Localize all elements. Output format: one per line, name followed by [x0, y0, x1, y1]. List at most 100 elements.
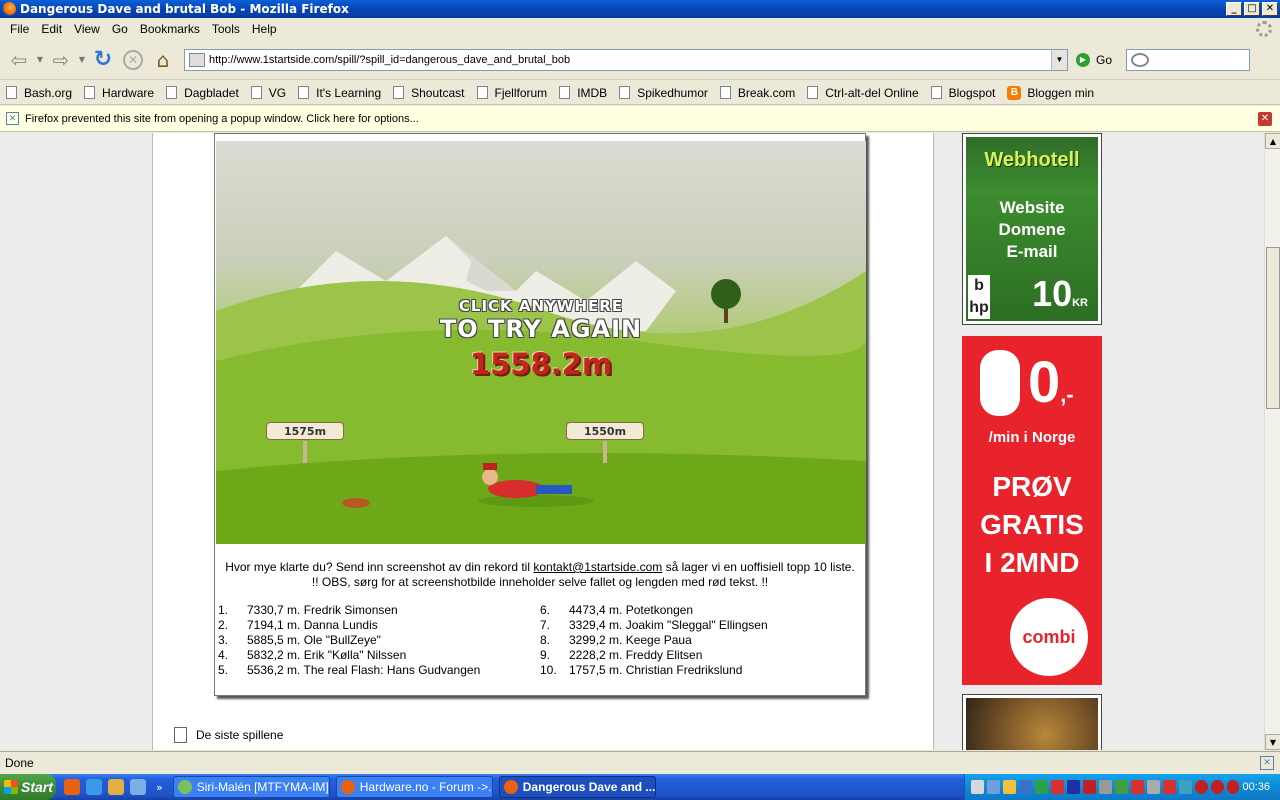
tray-app-icon[interactable]: [1082, 780, 1096, 794]
taskbar-item-label: Hardware.no - Forum ->...: [359, 780, 493, 794]
window-title-bar[interactable]: Dangerous Dave and brutal Bob - Mozilla …: [0, 0, 1280, 18]
internet-explorer-icon[interactable]: [86, 779, 102, 795]
tray-app-icon[interactable]: [1034, 780, 1048, 794]
popup-blocked-text[interactable]: Firefox prevented this site from opening…: [25, 113, 1258, 125]
bookmark-vg[interactable]: VG: [250, 86, 286, 100]
scroll-up-arrow-icon[interactable]: ▲: [1265, 133, 1280, 149]
bookmark-hardware[interactable]: Hardware: [84, 86, 154, 100]
firefox-quicklaunch-icon[interactable]: [64, 779, 80, 795]
contact-email-link[interactable]: kontakt@1startside.com: [533, 560, 662, 574]
webhotell-ad-currency: KR: [1072, 297, 1088, 309]
game-score: 1558.2m: [469, 347, 613, 381]
stop-button[interactable]: ✕: [118, 45, 148, 75]
tray-app-icon[interactable]: [1146, 780, 1160, 794]
back-arrow-icon[interactable]: ⇦: [4, 45, 34, 75]
tray-app-icon[interactable]: [971, 780, 984, 794]
menu-bookmarks[interactable]: Bookmarks: [134, 22, 206, 36]
menu-edit[interactable]: Edit: [35, 22, 68, 36]
scrollbar-thumb[interactable]: [1266, 247, 1280, 409]
bookmark-bloggen-min[interactable]: B Bloggen min: [1007, 85, 1094, 100]
game-try-again-line1: CLICK ANYWHERE: [458, 297, 624, 315]
recent-games-label: De siste spillene: [196, 728, 284, 742]
go-button[interactable]: ▶ Go: [1076, 52, 1112, 67]
popup-blocked-status-icon[interactable]: ✕: [1260, 755, 1274, 770]
page-icon: [719, 86, 731, 99]
combi-ad-offer-line3: I 2MND: [984, 547, 1080, 578]
windows-logo-icon: [4, 780, 18, 794]
notepad-icon[interactable]: [108, 779, 124, 795]
maximize-button[interactable]: □: [1244, 2, 1260, 16]
tray-app-icon[interactable]: [1018, 780, 1032, 794]
back-history-dropdown-icon[interactable]: ▼: [34, 45, 46, 75]
menu-file[interactable]: File: [4, 22, 35, 36]
tray-app-icon[interactable]: [1098, 780, 1112, 794]
combi-ad-price-value: 0: [1028, 350, 1061, 415]
tray-app-icon[interactable]: [1178, 780, 1192, 794]
tray-app-icon[interactable]: [1130, 780, 1144, 794]
url-text[interactable]: http://www.1startside.com/spill/?spill_i…: [209, 54, 1051, 66]
tray-app-icon[interactable]: [1162, 780, 1176, 794]
toplist-entry-text: 3329,4 m. Joakim "Sleggal" Ellingsen: [569, 618, 768, 632]
popup-blocked-bar[interactable]: ✕ Firefox prevented this site from openi…: [0, 106, 1280, 132]
tray-app-icon[interactable]: [1066, 780, 1080, 794]
tray-app-icon[interactable]: [1002, 780, 1016, 794]
tray-app-icon[interactable]: [1114, 780, 1128, 794]
home-icon[interactable]: ⌂: [148, 45, 178, 75]
tray-app-icon[interactable]: [1194, 780, 1208, 794]
toplist-rank: 1.: [218, 603, 229, 617]
search-engine-icon[interactable]: [1131, 52, 1150, 67]
bookmark-break-com[interactable]: Break.com: [719, 85, 796, 100]
close-button[interactable]: ✕: [1262, 2, 1278, 16]
tray-app-icon[interactable]: [1226, 780, 1240, 794]
webhotell-ad-price-value: 10: [1032, 273, 1073, 314]
page-viewport: CLICK ANYWHERE TO TRY AGAIN 1558.2m 1575…: [0, 133, 1264, 750]
tray-app-icon[interactable]: [1210, 780, 1224, 794]
show-desktop-icon[interactable]: [130, 779, 146, 795]
close-notification-button[interactable]: ✕: [1258, 111, 1272, 126]
bookmark-ctrl-alt-del-online[interactable]: Ctrl-alt-del Online: [807, 86, 919, 100]
search-box[interactable]: [1126, 48, 1251, 71]
start-button[interactable]: Start: [0, 774, 56, 800]
combi-tel-ad[interactable]: 0,- /min i Norge PRØV GRATIS I 2MND comb…: [962, 336, 1102, 685]
game-canvas[interactable]: CLICK ANYWHERE TO TRY AGAIN 1558.2m 1575…: [216, 141, 866, 544]
bookmark-label: Break.com: [737, 85, 796, 100]
game-thumbnail-ad[interactable]: [962, 694, 1102, 750]
recent-games-link[interactable]: De siste spillene: [174, 727, 283, 743]
forward-arrow-icon[interactable]: ⇨: [46, 45, 76, 75]
webhotell-ad[interactable]: Webhotell Website Domene E-mail 10KR b hp: [962, 133, 1102, 325]
bookmarks-toolbar: Bash.org Hardware Dagbladet VG It's Learning…: [0, 81, 1280, 105]
menu-help[interactable]: Help: [246, 22, 283, 36]
url-dropdown-icon[interactable]: ▼: [1051, 49, 1067, 70]
menu-go[interactable]: Go: [106, 22, 134, 36]
combi-ad-price-suffix: ,-: [1060, 382, 1074, 407]
toplist-entry: 2. 7194,1 m. Danna Lundis: [218, 618, 378, 632]
reload-icon[interactable]: ↻: [88, 45, 118, 75]
tray-shield-icon[interactable]: [1050, 780, 1064, 794]
bookmark-label: Bash.org: [24, 85, 73, 100]
bookmark-it-s-learning[interactable]: It's Learning: [298, 86, 381, 100]
toplist-rank: 9.: [540, 648, 551, 662]
bookmark-dagbladet[interactable]: Dagbladet: [166, 86, 239, 100]
minimize-button[interactable]: _: [1226, 2, 1242, 16]
scroll-down-arrow-icon[interactable]: ▼: [1265, 734, 1280, 750]
bookmark-shoutcast[interactable]: Shoutcast: [393, 86, 465, 100]
forward-history-dropdown-icon[interactable]: ▼: [76, 45, 88, 75]
page-icon: [6, 86, 17, 99]
taskbar-item-msn[interactable]: Siri-Malén [MTFYMA-IM] ...: [172, 776, 330, 798]
bookmark-bash-org[interactable]: Bash.org: [6, 86, 72, 100]
bookmark-imdb[interactable]: IMDB: [559, 86, 607, 100]
bookmark-spikedhumor[interactable]: Spikedhumor: [619, 86, 708, 100]
menu-view[interactable]: View: [68, 22, 106, 36]
bookmark-fjellforum[interactable]: Fjellforum: [476, 86, 547, 100]
toplist-entry: 6. 4473,4 m. Potetkongen: [540, 603, 693, 617]
caption-line2: !! OBS, sørg for at screenshotbilde inne…: [311, 575, 769, 589]
taskbar-item-hardware-forum[interactable]: Hardware.no - Forum ->...: [335, 776, 493, 798]
quicklaunch-more-icon[interactable]: »: [156, 781, 163, 794]
vertical-scrollbar[interactable]: ▲ ▼: [1264, 133, 1280, 750]
address-bar[interactable]: http://www.1startside.com/spill/?spill_i…: [184, 48, 1068, 71]
tray-network-icon[interactable]: [986, 780, 1000, 794]
taskbar-item-dangerous-dave[interactable]: Dangerous Dave and ...: [498, 776, 656, 798]
bookmark-blogspot[interactable]: Blogspot: [930, 86, 995, 100]
page-icon: [559, 86, 571, 99]
menu-tools[interactable]: Tools: [206, 22, 246, 36]
